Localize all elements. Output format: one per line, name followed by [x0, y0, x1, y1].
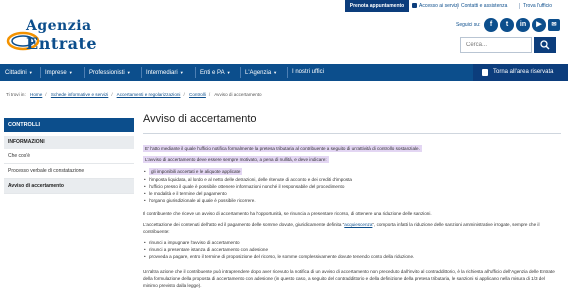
highlighted-intro: L'avviso di accertamento deve essere sem… — [143, 156, 329, 163]
list-item: l'imposta liquidata, al lordo e al netto… — [144, 176, 352, 183]
nav-item-cittadini[interactable]: Cittadini ▼ — [5, 64, 33, 81]
area-riservata-button[interactable]: Torna all'area riservata — [473, 64, 568, 81]
sidebar: CONTROLLI INFORMAZIONI Che cos'è Process… — [4, 118, 134, 194]
divider — [240, 67, 241, 78]
area-riservata-label: Torna all'area riservata — [493, 69, 554, 75]
list-item: rinunci a presentare istanza di accertam… — [144, 246, 268, 253]
nav-label: Enti e PA — [200, 70, 225, 76]
list-item: provveda a pagare, entro il termine di p… — [144, 253, 414, 260]
search-input[interactable] — [460, 37, 532, 53]
breadcrumb-prefix: Ti trovi in: — [6, 92, 26, 97]
logo-line1: Agenzia — [26, 18, 92, 34]
utility-bar: Prenota appuntamento Accesso ai servizi … — [0, 0, 568, 12]
lock-icon — [482, 69, 488, 76]
divider — [519, 3, 520, 9]
header: Agenzia Entrate Seguici su: f t in ▶ ✉ — [0, 12, 568, 64]
chevron-down-icon: ▼ — [28, 70, 33, 75]
breadcrumb: Ti trovi in: Home / Schede informative e … — [6, 92, 262, 97]
divider — [195, 67, 196, 78]
facebook-icon[interactable]: f — [484, 18, 498, 32]
nav-item-enti-pa[interactable]: Enti e PA ▼ — [200, 64, 231, 81]
paragraph-text: L'accettazione dei contenuti dell'atto e… — [143, 222, 345, 227]
paragraph-acquiescenza: L'accettazione dei contenuti dell'atto e… — [143, 221, 561, 235]
search-icon — [540, 40, 550, 50]
chevron-down-icon: ▼ — [179, 70, 184, 75]
logo-line2: Entrate — [26, 34, 98, 53]
nav-label: I nostri uffici — [292, 69, 324, 75]
list-item: l'organo giurisdizionale al quale è poss… — [144, 197, 256, 204]
accesso-servizi-label: Accesso ai servizi — [419, 3, 459, 9]
breadcrumb-controlli[interactable]: Controlli — [189, 92, 206, 97]
main-content: Avviso di accertamento E' l'atto mediant… — [143, 113, 561, 288]
chevron-down-icon: ▼ — [68, 70, 73, 75]
social-label: Seguici su: — [456, 22, 481, 28]
breadcrumb-current: Avviso di accertamento — [214, 92, 262, 97]
nav-label: Imprese — [45, 70, 67, 76]
divider — [141, 67, 142, 78]
sidebar-item-avviso[interactable]: Avviso di accertamento — [4, 179, 134, 194]
contatti-link[interactable]: Contatti e assistenza — [461, 0, 507, 12]
divider — [84, 67, 85, 78]
page-title: Avviso di accertamento — [143, 113, 257, 125]
linkedin-icon[interactable]: in — [516, 18, 530, 32]
paragraph: Il contribuente che riceve un avviso di … — [143, 211, 432, 216]
divider — [287, 67, 288, 78]
chevron-down-icon: ▼ — [126, 70, 131, 75]
agenzia-entrate-logo[interactable]: Agenzia Entrate — [6, 18, 116, 60]
list-item: rinunci a impugnare l'avviso di accertam… — [144, 239, 239, 246]
breadcrumb-accertamenti[interactable]: Accertamenti e regolarizzazioni — [117, 92, 181, 97]
nav-label: L'Agenzia — [245, 70, 272, 76]
nav-item-professionisti[interactable]: Professionisti ▼ — [89, 64, 131, 81]
sidebar-item-che-cose[interactable]: Che cos'è — [4, 149, 134, 164]
search-button[interactable] — [534, 37, 556, 53]
prenota-appuntamento-link[interactable]: Prenota appuntamento — [345, 0, 409, 12]
nav-item-imprese[interactable]: Imprese ▼ — [45, 64, 73, 81]
email-icon[interactable]: ✉ — [548, 19, 560, 31]
chevron-down-icon: ▼ — [273, 70, 278, 75]
nav-item-agenzia[interactable]: L'Agenzia ▼ — [245, 64, 277, 81]
nav-label: Professionisti — [89, 70, 125, 76]
sidebar-item-processo-verbale[interactable]: Processo verbale di constatazione — [4, 164, 134, 179]
divider — [143, 133, 561, 134]
key-icon — [412, 3, 417, 8]
list-item: gli imponibili accertati e le aliquote a… — [144, 168, 243, 175]
twitter-icon[interactable]: t — [500, 18, 514, 32]
sidebar-heading: CONTROLLI — [4, 118, 134, 132]
breadcrumb-schede[interactable]: Schede informative e servizi — [51, 92, 108, 97]
paragraph: Un'altra azione che il contribuente può … — [143, 269, 555, 288]
nav-label: Cittadini — [5, 70, 27, 76]
divider — [457, 3, 458, 9]
sidebar-subheading: INFORMAZIONI — [4, 136, 134, 149]
nav-item-uffici[interactable]: I nostri uffici — [292, 64, 324, 81]
highlighted-definition: E' l'atto mediante il quale l'ufficio no… — [143, 145, 422, 152]
chevron-down-icon: ▼ — [226, 70, 231, 75]
breadcrumb-home[interactable]: Home — [30, 92, 42, 97]
list-item: le modalità e il termine del pagamento — [144, 190, 227, 197]
divider — [40, 67, 41, 78]
acquiescenza-link[interactable]: acquiescenza — [344, 222, 372, 227]
accesso-servizi-link[interactable]: Accesso ai servizi — [412, 0, 459, 12]
list-item: l'ufficio presso il quale è possibile ot… — [144, 183, 344, 190]
youtube-icon[interactable]: ▶ — [532, 18, 546, 32]
trova-ufficio-link[interactable]: Trova l'ufficio — [523, 0, 552, 12]
main-nav: Cittadini ▼ Imprese ▼ Professionisti ▼ Inte… — [0, 64, 568, 81]
nav-item-intermediari[interactable]: Intermediari ▼ — [146, 64, 184, 81]
nav-label: Intermediari — [146, 70, 178, 76]
